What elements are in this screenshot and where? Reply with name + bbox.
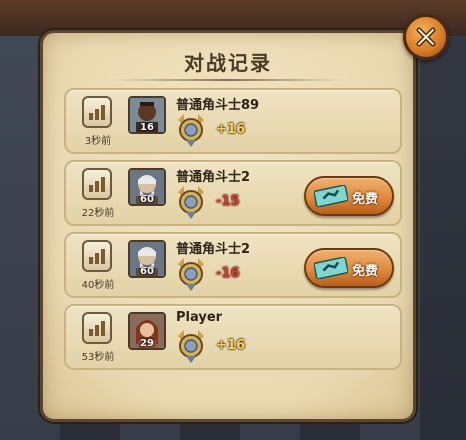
- record-time: 40秒前: [81, 280, 115, 291]
- free-button-label: 免费: [352, 264, 379, 279]
- opponent-name: Player: [176, 310, 223, 325]
- title-divider: [113, 79, 343, 81]
- close-button[interactable]: [403, 14, 449, 60]
- stats-chart-icon[interactable]: [82, 240, 112, 272]
- dialog-title: 对战记录: [184, 51, 272, 75]
- opponent-name: 普通角斗士2: [176, 242, 251, 257]
- opponent-level: 60: [140, 266, 154, 277]
- ticket-icon: [314, 185, 348, 207]
- stats-chart-icon[interactable]: [82, 168, 112, 200]
- rank-medal-icon: [174, 112, 208, 152]
- score-change: +16: [216, 122, 245, 137]
- record-row: 53秒前 29 Player +16: [64, 304, 402, 370]
- rank-medal-icon: [174, 184, 208, 224]
- free-revenge-button[interactable]: 免费: [304, 176, 394, 216]
- opponent-name: 普通角斗士2: [176, 170, 251, 185]
- record-time: 22秒前: [81, 208, 115, 219]
- record-row: 22秒前 60 普通角斗士2 -15 免费: [64, 160, 402, 226]
- free-button-label: 免费: [352, 192, 379, 207]
- opponent-level: 29: [140, 338, 154, 349]
- opponent-level: 16: [140, 122, 154, 133]
- score-change: -16: [216, 266, 240, 281]
- opponent-name: 普通角斗士89: [176, 98, 260, 113]
- record-time: 3秒前: [84, 136, 112, 147]
- close-x-icon: [416, 27, 436, 47]
- rank-medal-icon: [174, 328, 208, 368]
- record-time: 53秒前: [81, 352, 115, 363]
- record-row: 40秒前 60 普通角斗士2 -16 免费: [64, 232, 402, 298]
- score-change: -15: [216, 194, 240, 209]
- ticket-icon: [314, 257, 348, 279]
- score-change: +16: [216, 338, 245, 353]
- record-row: 3秒前 16 普通角斗士89 +16: [64, 88, 402, 154]
- free-revenge-button[interactable]: 免费: [304, 248, 394, 288]
- opponent-level: 60: [140, 194, 154, 205]
- stats-chart-icon[interactable]: [82, 96, 112, 128]
- stats-chart-icon[interactable]: [82, 312, 112, 344]
- rank-medal-icon: [174, 256, 208, 296]
